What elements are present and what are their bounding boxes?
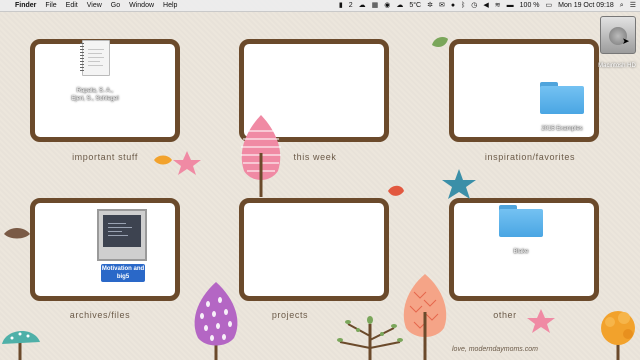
menu-help[interactable]: Help bbox=[163, 0, 177, 11]
label-inspiration: inspiration/favorites bbox=[484, 152, 576, 162]
peach-tree-icon bbox=[403, 274, 447, 360]
menu-view[interactable]: View bbox=[87, 0, 102, 11]
orange-leaf-icon bbox=[154, 155, 172, 165]
menubar-count[interactable]: 2 bbox=[349, 0, 353, 11]
dot-icon[interactable]: ● bbox=[451, 0, 455, 11]
document-icon[interactable] bbox=[80, 40, 110, 76]
menubar-extra-icon[interactable]: ▮ bbox=[339, 0, 343, 11]
bare-branch-tree-icon bbox=[337, 316, 403, 360]
document-label-line2[interactable]: Ejeri, S., Schlegel bbox=[64, 96, 126, 102]
search-icon[interactable]: ⌕ bbox=[620, 0, 624, 11]
label-projects: projects bbox=[271, 310, 309, 320]
cloud-icon[interactable]: ☁ bbox=[396, 0, 403, 11]
folder-icon[interactable] bbox=[540, 82, 584, 114]
mouse-cursor-icon: ➤ bbox=[622, 36, 630, 46]
bluetooth-icon[interactable]: ᛒ bbox=[461, 0, 465, 11]
document-label-line1[interactable]: Rapala, S. A., bbox=[70, 88, 120, 94]
frame-projects bbox=[239, 198, 389, 301]
footer-credit: love, moderndaymoms.com bbox=[452, 346, 538, 353]
brown-leaf-icon bbox=[4, 228, 30, 239]
record-icon[interactable]: ◉ bbox=[384, 0, 390, 11]
pink-star-leaf-icon bbox=[527, 309, 555, 333]
pink-striped-tree-icon bbox=[241, 115, 281, 197]
red-leaf-icon bbox=[388, 185, 404, 196]
menu-finder[interactable]: Finder bbox=[15, 0, 36, 11]
volume-icon[interactable]: ◀ bbox=[483, 0, 488, 11]
menu-edit[interactable]: Edit bbox=[66, 0, 78, 11]
menu-bar: Finder File Edit View Go Window Help ▮ 2… bbox=[0, 0, 640, 12]
clock[interactable]: Mon 19 Oct 09:18 bbox=[558, 0, 614, 11]
spinner-icon[interactable]: ✲ bbox=[427, 0, 433, 11]
folder-inspiration-label[interactable]: 2015 Examples bbox=[530, 126, 594, 132]
wifi-icon[interactable]: ≋ bbox=[495, 0, 501, 11]
selected-file-label-line2: big5 bbox=[116, 274, 130, 280]
orange-tree-icon bbox=[601, 311, 635, 360]
menu-file[interactable]: File bbox=[45, 0, 56, 11]
folder-other-label[interactable]: Blake bbox=[500, 249, 542, 255]
flag-icon[interactable]: ▬ bbox=[507, 0, 514, 11]
battery-percent[interactable]: 100 % bbox=[520, 0, 540, 11]
menu-go[interactable]: Go bbox=[111, 0, 120, 11]
purple-dotted-tree-icon bbox=[194, 282, 238, 360]
cloud-icon[interactable]: ☁ bbox=[359, 0, 366, 11]
time-machine-icon[interactable]: ◷ bbox=[471, 0, 477, 11]
notification-center-icon[interactable]: ☰ bbox=[630, 0, 636, 11]
label-important-stuff: important stuff bbox=[72, 152, 138, 162]
hard-drive-label[interactable]: Macintosh HD bbox=[594, 63, 640, 69]
selected-file-thumbnail[interactable] bbox=[97, 209, 147, 261]
weather-temp[interactable]: 5°C bbox=[409, 0, 421, 11]
teal-tree-icon bbox=[2, 330, 40, 360]
label-archives: archives/files bbox=[69, 310, 131, 320]
folder-icon[interactable] bbox=[499, 205, 543, 237]
label-other: other bbox=[493, 310, 517, 320]
selected-file-label-line1: Motivation and bbox=[101, 266, 145, 272]
battery-icon[interactable]: ▭ bbox=[546, 0, 553, 11]
teal-star-leaf-icon bbox=[442, 169, 476, 199]
green-leaf-icon bbox=[432, 37, 448, 47]
menu-window[interactable]: Window bbox=[129, 0, 154, 11]
selected-file-label[interactable]: Motivation and big5 bbox=[101, 264, 145, 282]
hard-drive-icon[interactable] bbox=[599, 14, 637, 56]
mail-icon[interactable]: ✉ bbox=[439, 0, 445, 11]
grid-icon[interactable]: ▦ bbox=[372, 0, 379, 11]
pink-star-leaf-icon bbox=[173, 151, 201, 175]
